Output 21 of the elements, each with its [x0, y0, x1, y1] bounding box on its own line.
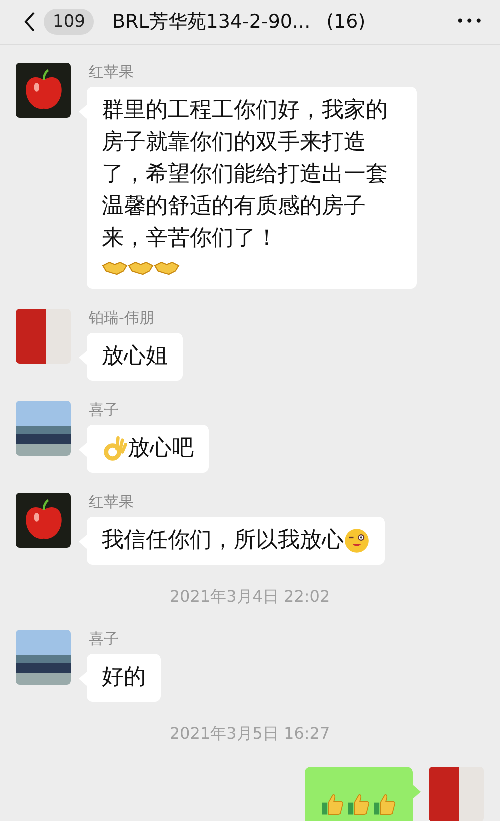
sender-name: 红苹果: [89, 63, 135, 82]
sender-name: 喜子: [89, 630, 120, 649]
more-button[interactable]: •••: [456, 14, 484, 30]
message-text: 放心姐: [102, 343, 168, 371]
chat-title: BRL芳华苑134-2-90...: [112, 10, 311, 35]
sender-name: 铂瑞-伟朋: [89, 309, 156, 328]
message-bubble[interactable]: 我信任你们，所以我放心: [87, 517, 385, 565]
message-text: 群里的工程工你们好，我家的房子就靠你们的双手来打造了，希望你们能给打造出一套温馨的舒适的有质感的房子来，辛苦你们了！: [102, 97, 389, 253]
message-bubble[interactable]: 群里的工程工你们好，我家的房子就靠你们的双手来打造了，希望你们能给打造出一套温馨的舒适的有质感的房子来，辛苦你们了！: [87, 87, 417, 289]
member-count: (16): [326, 11, 366, 33]
message-bubble[interactable]: 放心吧: [87, 425, 209, 473]
sender-name: 喜子: [89, 401, 120, 420]
message-text: 好的: [102, 664, 146, 692]
unread-count-badge[interactable]: 109: [44, 9, 94, 35]
message-bubble[interactable]: 放心姐: [87, 333, 183, 381]
sender-name: 红苹果: [89, 493, 135, 512]
message-text: 放心吧: [128, 435, 194, 463]
timestamp: 2021年3月5日 16:27: [170, 724, 330, 745]
message-text: 我信任你们，所以我放心: [102, 527, 344, 555]
message-bubble[interactable]: 好的: [87, 654, 161, 702]
timestamp: 2021年3月4日 22:02: [170, 587, 330, 608]
